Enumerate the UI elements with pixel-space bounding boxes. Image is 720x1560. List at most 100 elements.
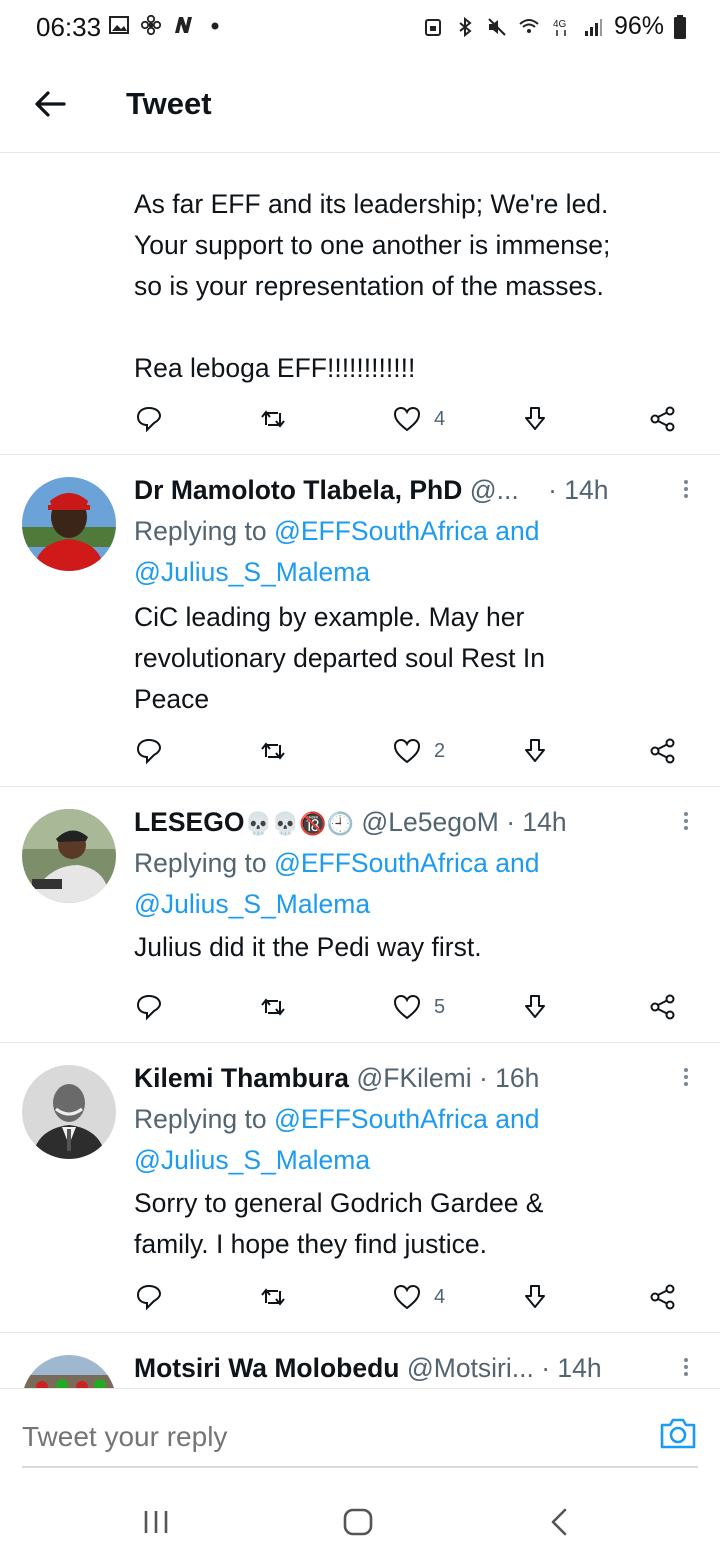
author-name[interactable]: Dr Mamoloto Tlabela, PhD xyxy=(134,475,462,505)
author-handle[interactable]: @Le5egoM xyxy=(361,807,498,837)
timestamp: · 14h xyxy=(506,807,567,837)
timestamp: · 16h xyxy=(479,1063,540,1093)
author-handle[interactable]: @... xyxy=(470,475,519,505)
reply-button[interactable] xyxy=(134,989,164,1025)
retweet-icon xyxy=(261,742,285,760)
back-arrow-icon[interactable] xyxy=(30,84,70,124)
mention-link[interactable]: @Julius_S_Malema xyxy=(134,889,370,919)
tweet-text: Julius did it the Pedi way first. xyxy=(134,932,482,962)
like-button[interactable]: 2 xyxy=(392,733,445,769)
tweet-text: CiC leading by example. May her revoluti… xyxy=(134,602,545,714)
tweet-text: Sorry to general Godrich Gardee & family… xyxy=(134,1188,544,1259)
mention-link[interactable]: @EFFSouthAfrica and xyxy=(274,1104,540,1134)
bookmark-download-button[interactable] xyxy=(520,989,550,1025)
reply-feed[interactable]: As far EFF and its leadership; We're led… xyxy=(0,153,720,1388)
like-count: 2 xyxy=(434,739,446,762)
mention-link[interactable]: @EFFSouthAfrica and xyxy=(274,848,540,878)
n-app-icon xyxy=(175,17,192,33)
like-button[interactable]: 4 xyxy=(392,401,445,437)
download-arrow-icon xyxy=(525,1285,545,1308)
bookmark-download-button[interactable] xyxy=(520,401,550,437)
mention-link[interactable]: @Julius_S_Malema xyxy=(134,557,370,587)
retweet-button[interactable] xyxy=(258,989,288,1025)
reply-tweet[interactable]: LESEGO💀💀🔞🕘 @Le5egoM · 14h Replying to @E… xyxy=(0,787,720,1043)
battery-icon xyxy=(674,14,686,39)
heart-icon xyxy=(393,1284,421,1310)
fan-icon xyxy=(140,14,162,36)
reply-tweet[interactable]: Kilemi Thambura @FKilemi · 16h Replying … xyxy=(0,1043,720,1333)
signal-icon xyxy=(584,18,602,36)
share-button[interactable] xyxy=(648,733,678,769)
camera-icon[interactable] xyxy=(658,1413,698,1453)
bluetooth-icon xyxy=(459,16,472,37)
heart-icon xyxy=(393,994,421,1020)
dot-icon xyxy=(211,22,219,30)
like-button[interactable]: 4 xyxy=(392,1279,445,1315)
retweet-button[interactable] xyxy=(258,1279,288,1315)
share-icon xyxy=(650,406,675,432)
bookmark-download-button[interactable] xyxy=(520,733,550,769)
like-count: 4 xyxy=(434,1285,446,1308)
share-icon xyxy=(650,738,675,764)
tweet-actions: 4 xyxy=(134,401,694,437)
author-name[interactable]: Motsiri Wa Molobedu xyxy=(134,1353,399,1383)
download-arrow-icon xyxy=(525,995,545,1018)
heart-icon xyxy=(393,738,421,764)
share-button[interactable] xyxy=(648,1279,678,1315)
replying-to: Replying to @EFFSouthAfrica and @Julius_… xyxy=(134,516,540,587)
tweet-actions: 2 xyxy=(134,733,694,769)
retweet-button[interactable] xyxy=(258,401,288,437)
retweet-icon xyxy=(261,410,285,428)
svg-text:4G: 4G xyxy=(553,19,567,30)
author-name[interactable]: Kilemi Thambura xyxy=(134,1063,349,1093)
reply-tweet[interactable]: Motsiri Wa Molobedu @Motsiri... · 14h xyxy=(0,1333,720,1388)
system-navigation-bar xyxy=(0,1480,720,1560)
like-button[interactable]: 5 xyxy=(392,989,445,1025)
gallery-icon xyxy=(109,16,129,34)
reply-tweet[interactable]: Dr Mamoloto Tlabela, PhD @... · 14h Repl… xyxy=(0,455,720,787)
avatar[interactable] xyxy=(22,1065,116,1159)
wifi-icon xyxy=(519,18,539,33)
input-underline xyxy=(22,1466,698,1468)
more-options-icon[interactable] xyxy=(680,1065,692,1095)
status-bar: 06:33 4G 96% xyxy=(0,0,720,58)
tweet-main: As far EFF and its leadership; We're led… xyxy=(0,153,720,455)
avatar[interactable] xyxy=(22,477,116,571)
author-handle[interactable]: @FKilemi xyxy=(356,1063,471,1093)
nav-back-icon[interactable] xyxy=(540,1502,580,1542)
home-icon[interactable] xyxy=(338,1502,378,1542)
share-button[interactable] xyxy=(648,401,678,437)
avatar[interactable] xyxy=(22,809,116,903)
author-name[interactable]: LESEGO xyxy=(134,807,244,837)
replying-to: Replying to @EFFSouthAfrica and @Julius_… xyxy=(134,848,540,919)
more-options-icon[interactable] xyxy=(680,1355,692,1385)
mention-link[interactable]: @EFFSouthAfrica and xyxy=(274,516,540,546)
bookmark-download-button[interactable] xyxy=(520,1279,550,1315)
more-options-icon[interactable] xyxy=(680,477,692,507)
top-app-bar: Tweet xyxy=(0,58,720,153)
reply-icon xyxy=(136,738,162,765)
timestamp: · 14h xyxy=(548,475,609,505)
retweet-button[interactable] xyxy=(258,733,288,769)
reply-composer xyxy=(0,1388,720,1480)
reply-input[interactable] xyxy=(22,1415,622,1459)
retweet-icon xyxy=(261,1288,285,1306)
share-button[interactable] xyxy=(648,989,678,1025)
reply-button[interactable] xyxy=(134,401,164,437)
more-options-icon[interactable] xyxy=(680,809,692,839)
tweet-actions: 5 xyxy=(134,989,694,1025)
retweet-icon xyxy=(261,998,285,1016)
4g-icon: 4G xyxy=(553,19,567,36)
reply-button[interactable] xyxy=(134,733,164,769)
recent-apps-icon[interactable] xyxy=(136,1502,176,1542)
battery-percent: 96% xyxy=(613,12,664,40)
avatar[interactable] xyxy=(22,1355,116,1388)
mention-link[interactable]: @Julius_S_Malema xyxy=(134,1145,370,1175)
heart-icon xyxy=(393,406,421,432)
share-icon xyxy=(650,1284,675,1310)
reply-button[interactable] xyxy=(134,1279,164,1315)
author-handle[interactable]: @Motsiri... xyxy=(407,1353,534,1383)
page-title: Tweet xyxy=(126,86,212,121)
mute-icon xyxy=(488,17,506,36)
replying-to: Replying to @EFFSouthAfrica and @Julius_… xyxy=(134,1104,540,1175)
